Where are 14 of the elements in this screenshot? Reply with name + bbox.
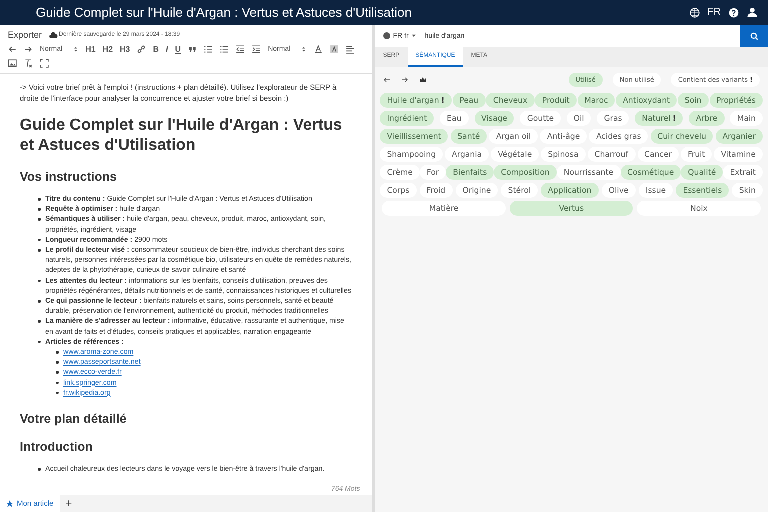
add-tab-button[interactable]: + — [60, 498, 78, 510]
heading-button[interactable]: H3 — [120, 44, 130, 54]
section-heading: Vos instructions — [20, 170, 118, 184]
language-label[interactable]: FR — [708, 7, 721, 18]
document-title: Guide Complet sur l'Huile d'Argan : Vertus et Astuces d'Utilisation — [36, 5, 413, 20]
export-menu[interactable]: Exporter — [8, 30, 42, 40]
heading-button[interactable]: H2 — [102, 44, 114, 54]
section-heading: Introduction — [20, 440, 94, 454]
heading-button[interactable]: H1 — [86, 44, 96, 54]
section-heading: Votre plan détaillé — [20, 412, 128, 426]
format-button[interactable]: B — [153, 44, 160, 54]
article-title: Guide Complet sur l'Huile d'Argan : Vertus et Astuces d'Utilisation — [20, 116, 344, 156]
format-button[interactable]: U — [175, 44, 182, 54]
format-button[interactable]: I — [166, 44, 168, 54]
